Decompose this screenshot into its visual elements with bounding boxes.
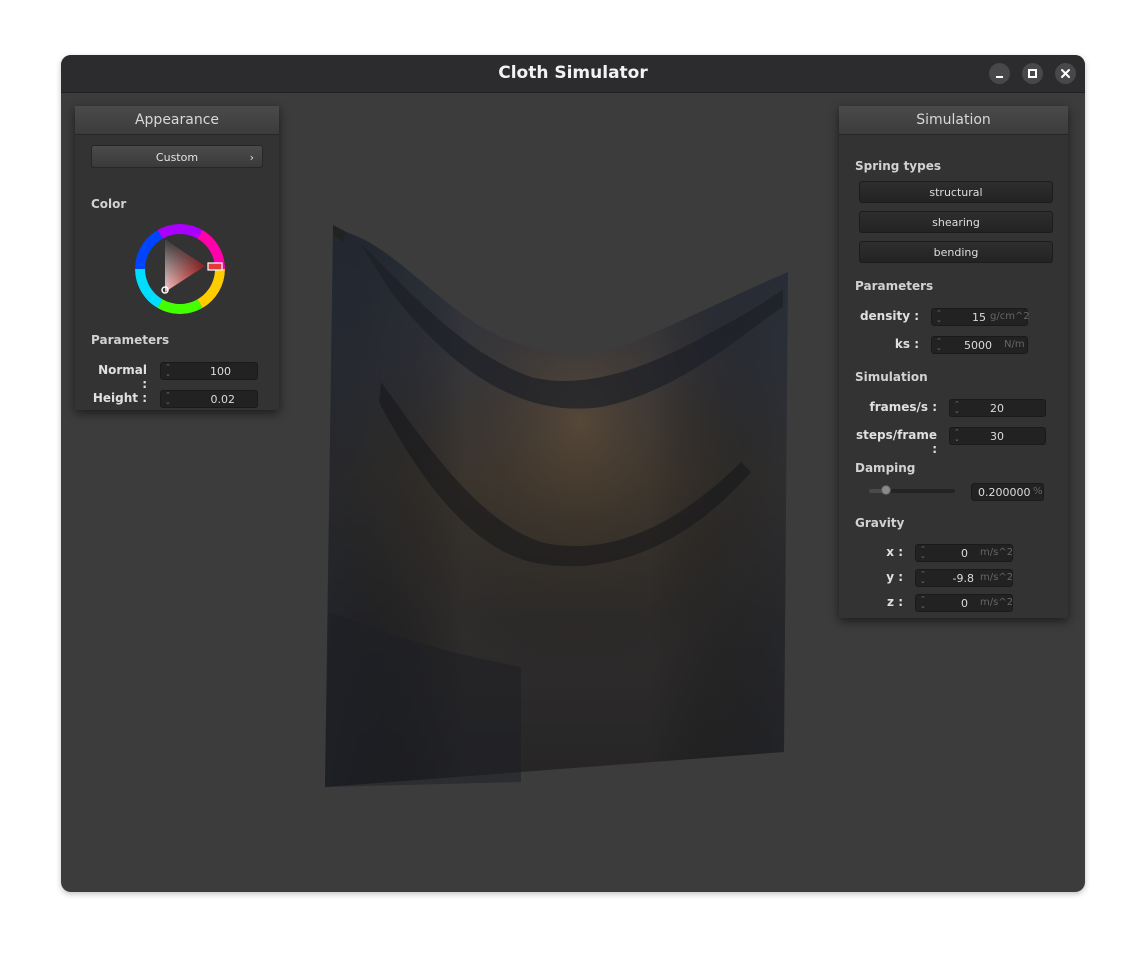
gravity-y-value: -9.8: [952, 572, 974, 585]
spinner-icon[interactable]: ⌃ ⌄: [165, 364, 172, 378]
fps-input[interactable]: ⌃ ⌄ 20: [949, 399, 1046, 417]
app-window: Cloth Simulator Appearance Custom › Colo…: [61, 55, 1085, 892]
height-value: 0.02: [210, 393, 236, 406]
title-bar: Cloth Simulator: [61, 55, 1085, 93]
simulation-panel: Simulation Spring types structural shear…: [839, 106, 1068, 618]
damping-label: Damping: [855, 461, 916, 475]
height-label: Height :: [92, 391, 147, 405]
fps-value: 20: [990, 402, 1004, 415]
close-button[interactable]: [1055, 63, 1076, 84]
shearing-toggle[interactable]: shearing: [859, 211, 1053, 233]
spinner-icon[interactable]: ⌃ ⌄: [920, 546, 927, 560]
gravity-z-value: 0: [961, 597, 968, 610]
gravity-x-label: x :: [886, 545, 903, 559]
gravity-z-input[interactable]: ⌃ ⌄ 0 m/s^2: [915, 594, 1013, 612]
ks-label: ks :: [894, 337, 919, 351]
simulation-header[interactable]: Simulation: [839, 106, 1068, 135]
sim-parameters-label: Parameters: [855, 279, 934, 293]
spinner-icon[interactable]: ⌃ ⌄: [936, 310, 943, 324]
ks-unit: N/m: [1004, 339, 1025, 350]
gravity-y-unit: m/s^2: [980, 572, 1014, 583]
ks-value: 5000: [964, 339, 992, 352]
normal-label: Normal :: [98, 363, 147, 391]
gravity-x-unit: m/s^2: [980, 547, 1014, 558]
height-input[interactable]: ⌃ ⌄ 0.02: [160, 390, 258, 408]
damping-value: 0.200000: [978, 486, 1031, 499]
steps-label: steps/frame :: [855, 428, 937, 456]
structural-toggle[interactable]: structural: [859, 181, 1053, 203]
simulation-section-label: Simulation: [855, 370, 928, 384]
gravity-x-input[interactable]: ⌃ ⌄ 0 m/s^2: [915, 544, 1013, 562]
gravity-y-label: y :: [886, 570, 903, 584]
shader-value: Custom: [155, 151, 199, 164]
appearance-panel: Appearance Custom › Color Parameters Nor…: [75, 106, 279, 410]
density-input[interactable]: ⌃ ⌄ 15 g/cm^2: [931, 308, 1030, 326]
close-icon: [1061, 69, 1070, 78]
gravity-z-label: z :: [887, 595, 903, 609]
damping-input[interactable]: 0.200000 %: [971, 483, 1044, 501]
spinner-icon[interactable]: ⌃ ⌄: [920, 596, 927, 610]
gravity-x-value: 0: [961, 547, 968, 560]
damping-slider-handle[interactable]: [881, 485, 891, 495]
density-value: 15: [972, 311, 986, 324]
appearance-header[interactable]: Appearance: [75, 106, 279, 135]
3d-viewport[interactable]: Appearance Custom › Color Parameters Nor…: [61, 92, 1085, 892]
ks-input[interactable]: ⌃ ⌄ 5000 N/m: [931, 336, 1028, 354]
normal-input[interactable]: ⌃ ⌄ 100: [160, 362, 258, 380]
maximize-button[interactable]: [1022, 63, 1043, 84]
fps-label: frames/s :: [869, 400, 937, 414]
appearance-parameters-label: Parameters: [91, 333, 170, 347]
spinner-icon[interactable]: ⌃ ⌄: [954, 429, 961, 443]
steps-input[interactable]: ⌃ ⌄ 30: [949, 427, 1046, 445]
spinner-icon[interactable]: ⌃ ⌄: [954, 401, 961, 415]
density-label: density :: [859, 309, 919, 323]
gravity-label: Gravity: [855, 516, 905, 530]
spring-types-label: Spring types: [855, 159, 942, 173]
minimize-button[interactable]: [989, 63, 1010, 84]
normal-value: 100: [210, 365, 231, 378]
damping-slider-track[interactable]: [869, 485, 955, 495]
color-wheel[interactable]: [131, 220, 229, 318]
gravity-z-unit: m/s^2: [980, 597, 1014, 608]
color-label: Color: [91, 197, 127, 211]
hue-selector[interactable]: [207, 262, 223, 271]
bending-toggle[interactable]: bending: [859, 241, 1053, 263]
chevron-right-icon: ›: [249, 151, 254, 164]
damping-unit: %: [1033, 486, 1043, 497]
steps-value: 30: [990, 430, 1004, 443]
window-title: Cloth Simulator: [498, 63, 648, 83]
spinner-icon[interactable]: ⌃ ⌄: [936, 338, 943, 352]
shader-dropdown[interactable]: Custom ›: [91, 145, 263, 168]
spinner-icon[interactable]: ⌃ ⌄: [920, 571, 927, 585]
spinner-icon[interactable]: ⌃ ⌄: [165, 392, 172, 406]
gravity-y-input[interactable]: ⌃ ⌄ -9.8 m/s^2: [915, 569, 1013, 587]
density-unit: g/cm^2: [990, 311, 1030, 322]
